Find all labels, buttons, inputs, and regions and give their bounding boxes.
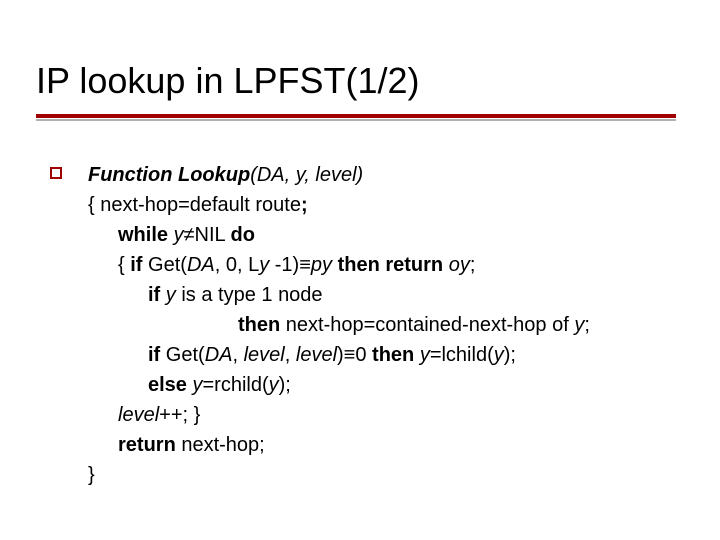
text: ; (470, 254, 476, 276)
text: ; (584, 314, 590, 336)
text: then (372, 344, 420, 366)
text: Get( (166, 344, 205, 366)
text: y (166, 284, 182, 306)
text: do (231, 224, 255, 246)
text: oy (449, 254, 470, 276)
text: then (238, 314, 286, 336)
title-underline (36, 114, 676, 121)
code-line: } (88, 460, 688, 490)
text: y (494, 344, 504, 366)
text: y (269, 374, 279, 396)
text: )≡0 (337, 344, 372, 366)
text: y (174, 224, 184, 246)
text: py (311, 254, 338, 276)
text: then return (338, 254, 449, 276)
text: ); (504, 344, 516, 366)
code-line: else y=rchild(y); (88, 370, 688, 400)
text: ; (301, 194, 308, 216)
text: , (232, 344, 243, 366)
slide-title: IP lookup in LPFST(1/2) (36, 60, 420, 102)
text: y (574, 314, 584, 336)
code-line: if Get(DA, level, level)≡0 then y=lchild… (88, 340, 688, 370)
text: { next-hop=default route (88, 194, 301, 216)
code-line: level++; } (88, 400, 688, 430)
text: y (192, 374, 202, 396)
text: level (244, 344, 285, 366)
underline-grey (36, 119, 676, 121)
text: while (118, 224, 174, 246)
code-line: Function Lookup(DA, y, level) (88, 160, 688, 190)
text: next-hop=contained-next-hop of (286, 314, 575, 336)
text: is a type 1 node (181, 284, 322, 306)
text: if (130, 254, 148, 276)
text: if (148, 284, 166, 306)
text: next-hop; (181, 434, 264, 456)
text: , (285, 344, 296, 366)
bullet-square-icon (50, 167, 62, 179)
text: -1)≡ (269, 254, 311, 276)
text: , 0, L (215, 254, 259, 276)
text: y (420, 344, 430, 366)
code-line: then next-hop=contained-next-hop of y; (88, 310, 688, 340)
text: level (118, 404, 159, 426)
text: (DA, y, level) (250, 164, 363, 186)
text: return (118, 434, 181, 456)
text: if (148, 344, 166, 366)
text: level (296, 344, 337, 366)
code-line: while y≠NIL do (88, 220, 688, 250)
text: DA (187, 254, 215, 276)
text: =lchild( (430, 344, 494, 366)
text: y (259, 254, 269, 276)
text: Get( (148, 254, 187, 276)
text: =rchild( (202, 374, 268, 396)
text: ≠NIL (184, 224, 231, 246)
text: else (148, 374, 192, 396)
text: Function Lookup (88, 164, 250, 186)
code-line: { if Get(DA, 0, Ly -1)≡py then return oy… (88, 250, 688, 280)
text: ++; } (159, 404, 200, 426)
code-line: if y is a type 1 node (88, 280, 688, 310)
text: { (118, 254, 130, 276)
underline-red (36, 114, 676, 118)
text: } (88, 464, 95, 486)
text: DA (205, 344, 233, 366)
body-text: Function Lookup(DA, y, level) { next-hop… (88, 160, 688, 490)
slide: IP lookup in LPFST(1/2) Function Lookup(… (0, 0, 720, 540)
code-line: return next-hop; (88, 430, 688, 460)
text: ); (279, 374, 291, 396)
code-line: { next-hop=default route; (88, 190, 688, 220)
